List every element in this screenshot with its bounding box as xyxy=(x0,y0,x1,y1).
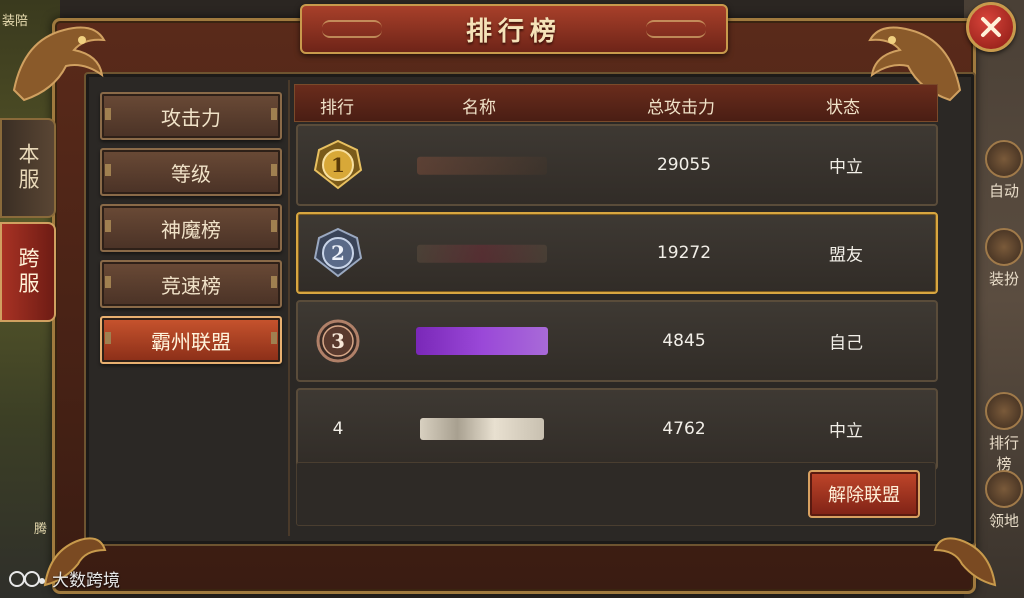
svg-text:3: 3 xyxy=(331,329,345,353)
auto-icon xyxy=(985,140,1023,178)
dragon-ornament-left-icon xyxy=(12,26,106,102)
header-rank: 排行 xyxy=(320,98,354,118)
status-text: 中立 xyxy=(829,157,863,178)
category-shenmo-button[interactable]: 神魔榜 xyxy=(100,204,282,252)
close-button[interactable] xyxy=(966,2,1016,52)
costume-icon xyxy=(985,228,1023,266)
svg-text:2: 2 xyxy=(331,241,345,265)
total-power: 19272 xyxy=(656,243,712,263)
category-label: 等级 xyxy=(171,161,211,186)
category-label: 霸州联盟 xyxy=(151,329,231,354)
side-shortcut-costume[interactable]: 装扮 xyxy=(984,228,1024,289)
silver-medal-icon: 2 xyxy=(313,227,363,278)
watermark-logo-icon xyxy=(9,570,45,587)
ranking-icon xyxy=(985,392,1023,430)
category-label: 竞速榜 xyxy=(161,273,221,298)
category-label: 攻击力 xyxy=(161,105,221,130)
category-level-button[interactable]: 等级 xyxy=(100,148,282,196)
total-power: 29055 xyxy=(656,155,712,175)
table-row[interactable]: 4 4762 中立 xyxy=(296,388,938,470)
page-title: 排行榜 xyxy=(465,16,562,47)
status-text: 盟友 xyxy=(829,245,863,266)
player-name xyxy=(416,327,548,355)
bronze-medal-icon: 3 xyxy=(316,319,360,363)
corner-ornament-bottom-right-icon xyxy=(933,537,997,587)
close-icon xyxy=(981,17,1001,37)
ranking-table-header: 排行 名称 总攻击力 状态 xyxy=(294,84,938,122)
player-name xyxy=(417,156,547,175)
svg-text:1: 1 xyxy=(331,153,345,177)
player-name xyxy=(417,244,547,263)
territory-icon xyxy=(985,470,1023,508)
banner-ornament-right-icon xyxy=(646,20,706,38)
total-power: 4762 xyxy=(662,419,706,439)
category-label: 神魔榜 xyxy=(161,217,221,242)
tab-cross-server[interactable]: 跨服 xyxy=(0,222,56,322)
table-row[interactable]: 2 19272 盟友 xyxy=(296,212,938,294)
table-row[interactable]: 1 29055 中立 xyxy=(296,124,938,206)
header-status: 状态 xyxy=(826,98,860,118)
status-text: 中立 xyxy=(829,421,863,442)
header-power: 总攻击力 xyxy=(647,98,715,118)
dissolve-alliance-button[interactable]: 解除联盟 xyxy=(808,470,920,518)
side-shortcut-auto[interactable]: 自动 xyxy=(984,140,1024,201)
category-attack-button[interactable]: 攻击力 xyxy=(100,92,282,140)
watermark: 大数跨境 xyxy=(8,566,120,591)
rank-number: 4 xyxy=(332,419,344,439)
table-row[interactable]: 3 4845 自己 xyxy=(296,300,938,382)
gold-medal-icon: 1 xyxy=(313,139,363,190)
side-shortcut-ranking[interactable]: 排行榜 xyxy=(984,392,1024,474)
header-name: 名称 xyxy=(462,98,496,118)
category-alliance-button[interactable]: 霸州联盟 xyxy=(100,316,282,364)
title-banner: 排行榜 xyxy=(300,4,728,54)
status-text: 自己 xyxy=(829,333,863,354)
category-speed-button[interactable]: 竞速榜 xyxy=(100,260,282,308)
player-name xyxy=(420,418,544,440)
tab-local-server[interactable]: 本服 xyxy=(0,118,56,218)
banner-ornament-left-icon xyxy=(322,20,382,38)
watermark-text: 大数跨境 xyxy=(52,571,120,591)
total-power: 4845 xyxy=(662,331,706,351)
